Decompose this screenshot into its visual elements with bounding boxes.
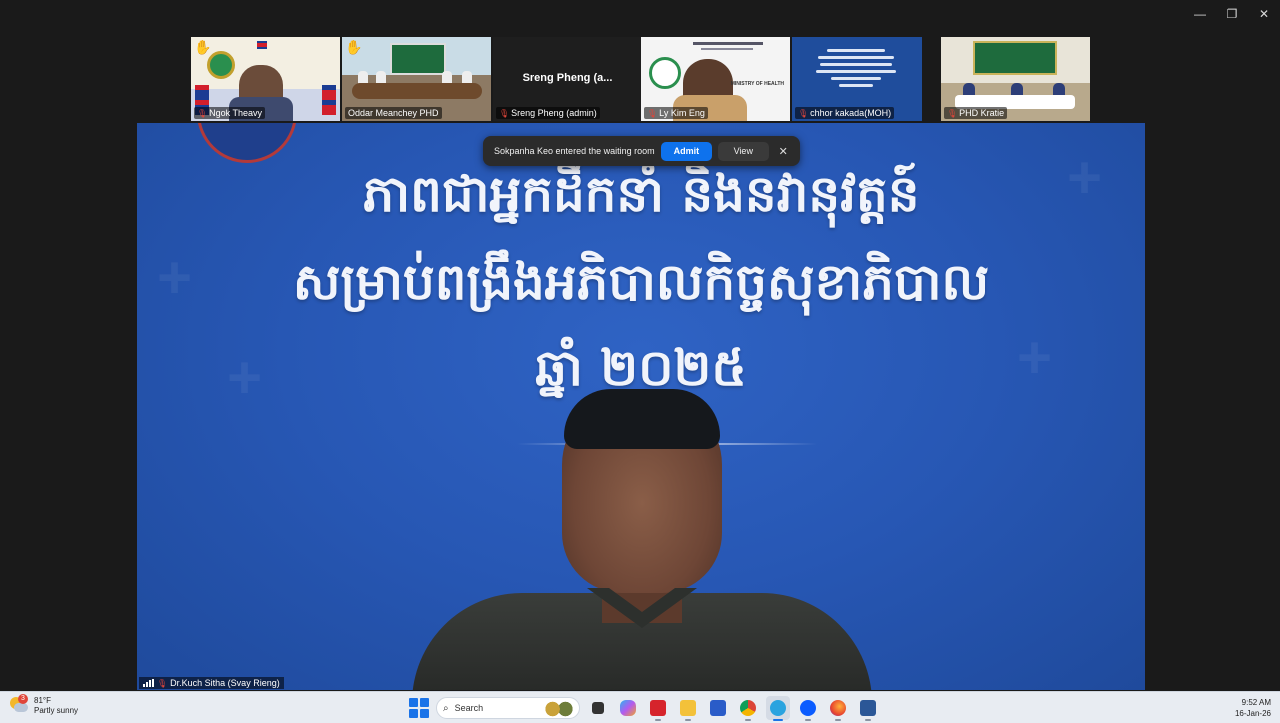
close-window-button[interactable]: ✕ (1248, 0, 1280, 28)
participant-name-label: 🎙 Ngok Theavy (194, 107, 266, 119)
participant-display-title: Sreng Pheng (a... (522, 72, 613, 84)
participant-tile-video-off[interactable]: Sreng Pheng (a... 🎙 Sreng Pheng (admin) (493, 37, 642, 121)
speaker-figure (412, 389, 872, 690)
participant-name: chhor kakada(MOH) (810, 108, 892, 118)
search-highlight-art (543, 701, 575, 717)
taskbar-search[interactable]: ⌕ Search (436, 697, 580, 719)
slide-logo (197, 123, 297, 163)
restore-button[interactable]: ❐ (1216, 0, 1248, 28)
participant-tile[interactable]: MINISTRY OF HEALTH 🎙 Ly Kim Eng (641, 37, 790, 121)
slide-title-line-2: សម្រាប់ពង្រឹងអភិបាលកិច្ចសុខាភិបាល (292, 253, 990, 311)
partly-sunny-icon: 3 (10, 694, 28, 715)
speaker-name-label: 🎙 Dr.Kuch Sitha (Svay Rieng) (139, 677, 284, 689)
raised-hand-icon: ✋ (345, 39, 363, 55)
weather-condition: Partly sunny (34, 706, 79, 715)
zoom-icon[interactable] (796, 696, 820, 721)
acrobat-icon[interactable] (646, 696, 670, 721)
clock-date: 16-Jan-26 (1234, 709, 1271, 718)
participant-name: PHD Kratie (959, 108, 1005, 118)
mic-muted-icon: 🎙 (197, 108, 208, 118)
waiting-room-notification: Sokpanha Keo entered the waiting room Ad… (483, 136, 800, 166)
waiting-room-message: Sokpanha Keo entered the waiting room (494, 146, 655, 156)
clock-time: 9:52 AM (1241, 698, 1271, 707)
copilot-icon[interactable] (616, 696, 640, 720)
telegram-icon[interactable] (766, 696, 790, 721)
mic-muted-icon: 🎙 (157, 678, 168, 688)
raised-hand-icon: ✋ (194, 39, 212, 55)
speaker-name: Dr.Kuch Sitha (Svay Rieng) (170, 678, 280, 688)
connection-signal-icon (143, 679, 154, 687)
participant-name: Oddar Meanchey PHD (348, 108, 439, 118)
start-button[interactable] (408, 697, 430, 719)
slide-title-line-1: ភាពជាអ្នកដឹកនាំ និងនវានុវត្តន៍ (362, 165, 920, 223)
ministry-banner-text: MINISTRY OF HEALTH (730, 81, 784, 87)
view-button[interactable]: View (718, 141, 769, 161)
window-controls: — ❐ ✕ (1184, 0, 1280, 28)
firefox-icon[interactable] (826, 696, 850, 721)
admit-button[interactable]: Admit (660, 141, 713, 161)
system-clock[interactable]: 9:52 AM 16-Jan-26 (1235, 697, 1271, 719)
participant-name-label: 🎙 Ly Kim Eng (644, 107, 708, 119)
taskbar-apps: ⌕ Search (408, 696, 880, 721)
minimize-button[interactable]: — (1184, 0, 1216, 28)
participant-tile-active-speaker[interactable]: ✋ Oddar Meanchey PHD (342, 37, 491, 121)
word-icon[interactable] (856, 696, 880, 721)
store-icon[interactable] (706, 696, 730, 720)
chrome-icon[interactable] (736, 696, 760, 721)
participant-name-label: 🎙 PHD Kratie (944, 107, 1008, 119)
participant-name-label: Oddar Meanchey PHD (345, 107, 442, 119)
close-notification-icon[interactable]: ✕ (775, 145, 792, 158)
weather-widget[interactable]: 3 81°F Partly sunny (10, 694, 79, 716)
participant-name-label: 🎙 chhor kakada(MOH) (795, 107, 895, 119)
mic-muted-icon: 🎙 (947, 108, 958, 118)
participant-tile[interactable]: ✋ 🎙 Ngok Theavy (191, 37, 340, 121)
file-explorer-icon[interactable] (676, 696, 700, 721)
participant-tile[interactable]: 🎙 chhor kakada(MOH) (792, 37, 922, 121)
participant-name-label: 🎙 Sreng Pheng (admin) (496, 107, 600, 119)
participant-name: Sreng Pheng (admin) (511, 108, 597, 118)
participant-name: Ngok Theavy (209, 108, 263, 118)
windows-taskbar: 3 81°F Partly sunny ⌕ Search 9:52 AM 16-… (0, 691, 1280, 723)
mic-muted-icon: 🎙 (499, 108, 510, 118)
mic-muted-icon: 🎙 (798, 108, 809, 118)
active-speaker-video[interactable]: + + + + ភាពជាអ្នកដឹកនាំ និងនវានុវត្តន៍ ស… (137, 123, 1145, 690)
weather-temp: 81°F (34, 696, 51, 705)
search-icon: ⌕ (443, 702, 449, 714)
participant-name: Ly Kim Eng (659, 108, 705, 118)
participant-tile[interactable]: 🎙 PHD Kratie (941, 37, 1090, 121)
task-view-icon[interactable] (586, 696, 610, 720)
zoom-meeting-window: — ❐ ✕ ✋ 🎙 Ngok Theavy ✋ Oddar Meanchey P… (0, 0, 1280, 723)
mic-muted-icon: 🎙 (647, 108, 658, 118)
search-placeholder: Search (454, 703, 484, 713)
notification-badge: 3 (18, 694, 28, 704)
